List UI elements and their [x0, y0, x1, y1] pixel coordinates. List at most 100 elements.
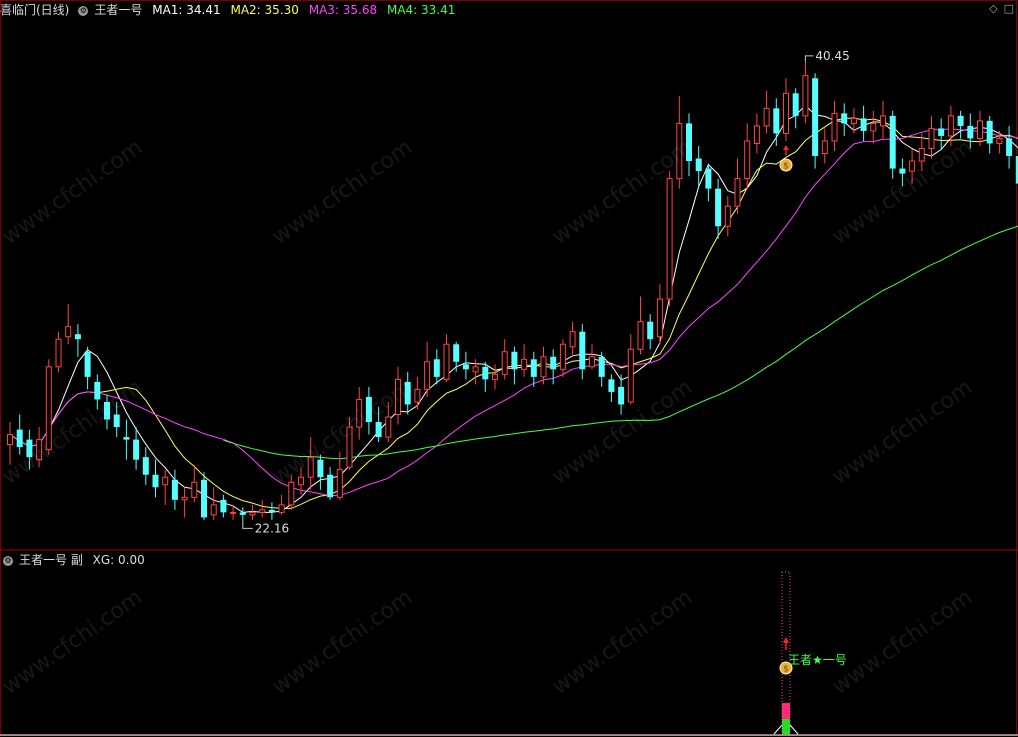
candle-body-down: [26, 439, 33, 458]
ma1-label: MA1:: [152, 3, 187, 17]
candle-body-down: [957, 115, 964, 126]
candle-body-up: [230, 511, 237, 514]
candle-body-down: [113, 414, 120, 428]
candle-body-up: [676, 122, 683, 180]
candle-body-down: [220, 499, 227, 513]
diamond-icon[interactable]: ◇: [989, 2, 997, 15]
candle-body-up: [259, 509, 266, 513]
ma2-value: 35.30: [264, 3, 299, 17]
candle-body-down: [453, 344, 460, 362]
candle-body-down: [123, 437, 130, 440]
signal-text-label: 王者★一号: [788, 653, 847, 667]
candle-body-up: [356, 398, 363, 428]
candle-body-down: [152, 474, 159, 488]
sub-indicator-name[interactable]: 王者一号 副: [19, 553, 83, 567]
candle-body-up: [395, 378, 401, 416]
candle-body-down: [773, 108, 780, 134]
candle-body-down: [365, 396, 372, 423]
candle-body-up: [414, 388, 421, 403]
candle-body-down: [171, 479, 178, 500]
stock-chart: 40.4522.16$$王者★一号: [0, 0, 1018, 736]
main-panel-header: 喜临门(日线) ⚙ 王者一号 MA1: 34.41 MA2: 35.30 MA3: …: [0, 1, 461, 19]
candle-body-down: [327, 474, 334, 498]
candle-body-down: [201, 479, 207, 518]
candle-body-up: [918, 147, 925, 162]
candle-body-up: [181, 496, 188, 501]
ma4-readout: MA4: 33.41: [387, 3, 455, 17]
candle-body-down: [375, 422, 382, 438]
candle-body-up: [627, 348, 634, 403]
candle-body-up: [36, 439, 43, 461]
sub-settings-gear-icon[interactable]: ⚙: [3, 555, 13, 566]
candle-body-up: [850, 117, 857, 124]
candle-body-up: [947, 115, 954, 137]
candle-body-down: [84, 351, 91, 377]
candle-body-up: [734, 178, 741, 207]
candle-body-down: [812, 78, 819, 157]
candle-body-up: [472, 366, 479, 373]
candle-body-down: [404, 381, 411, 405]
indicator-name[interactable]: 王者一号: [94, 3, 142, 17]
sub-panel-header: ⚙ 王者一号 副 XG: 0.00: [0, 551, 151, 569]
candle-body-up: [880, 115, 886, 127]
candle-body-down: [841, 113, 848, 124]
candle-body-up: [559, 343, 566, 370]
ma3-value: 35.68: [342, 3, 378, 17]
candle-body-down: [967, 125, 974, 139]
candle-body-down: [899, 168, 906, 174]
candle-body-down: [598, 356, 605, 377]
candle-body-down: [686, 123, 692, 162]
window-corner-icons: ◇ □: [989, 2, 1014, 15]
candle-body-up: [656, 298, 663, 338]
candle-body-up: [443, 343, 450, 380]
candle-body-up: [977, 120, 983, 139]
candle-body-up: [802, 75, 809, 117]
candle-body-down: [239, 512, 246, 515]
candle-body-down: [1006, 138, 1013, 157]
candle-body-down: [695, 158, 702, 172]
candle-body-up: [831, 112, 838, 142]
candle-body-up: [744, 140, 751, 180]
stock-period-title[interactable]: 喜临门(日线): [0, 3, 69, 17]
candle-body-down: [74, 334, 81, 340]
candle-body-down: [94, 381, 101, 400]
candle-body-down: [705, 168, 712, 189]
candle-body-down: [133, 439, 140, 460]
candle-body-down: [530, 359, 537, 377]
ma1-value: 34.41: [186, 3, 221, 17]
xg-value: 0.00: [118, 553, 145, 567]
low-marker-line: [242, 522, 253, 529]
xg-readout: XG: 0.00: [93, 553, 145, 567]
candle-body-up: [298, 476, 304, 486]
candle-body-up: [346, 426, 353, 468]
ma4-line: [223, 225, 1018, 460]
ma4-value: 33.41: [421, 3, 456, 17]
candle-body-down: [16, 429, 23, 448]
ma1-line: [9, 104, 1018, 513]
candle-body-down: [268, 509, 275, 513]
candle-body-down: [104, 401, 110, 420]
candle-body-up: [909, 160, 916, 172]
expand-icon[interactable]: □: [1004, 2, 1014, 15]
candle-body-up: [278, 504, 285, 513]
high-marker-line: [804, 55, 814, 62]
candle-body-down: [579, 331, 586, 370]
candle-body-down: [550, 356, 557, 370]
candle-body-up: [996, 137, 1003, 144]
xg-label: XG:: [92, 553, 119, 567]
candle-body-down: [608, 379, 615, 392]
candle-body-up: [870, 122, 877, 132]
ma2-readout: MA2: 35.30: [230, 3, 298, 17]
candle-body-up: [307, 456, 314, 478]
candle-body-up: [492, 373, 498, 380]
buy-arrow-icon: [783, 144, 789, 150]
candle-body-down: [462, 364, 469, 370]
ma3-readout: MA3: 35.68: [309, 3, 377, 17]
candle-body-up: [763, 107, 770, 127]
high-price-label: 40.45: [815, 49, 849, 63]
ma3-label: MA3:: [308, 3, 343, 17]
candle-body-up: [288, 481, 295, 506]
candle-body-down: [618, 386, 625, 405]
candle-body-down: [986, 120, 993, 144]
settings-gear-icon[interactable]: ⚙: [78, 5, 89, 16]
